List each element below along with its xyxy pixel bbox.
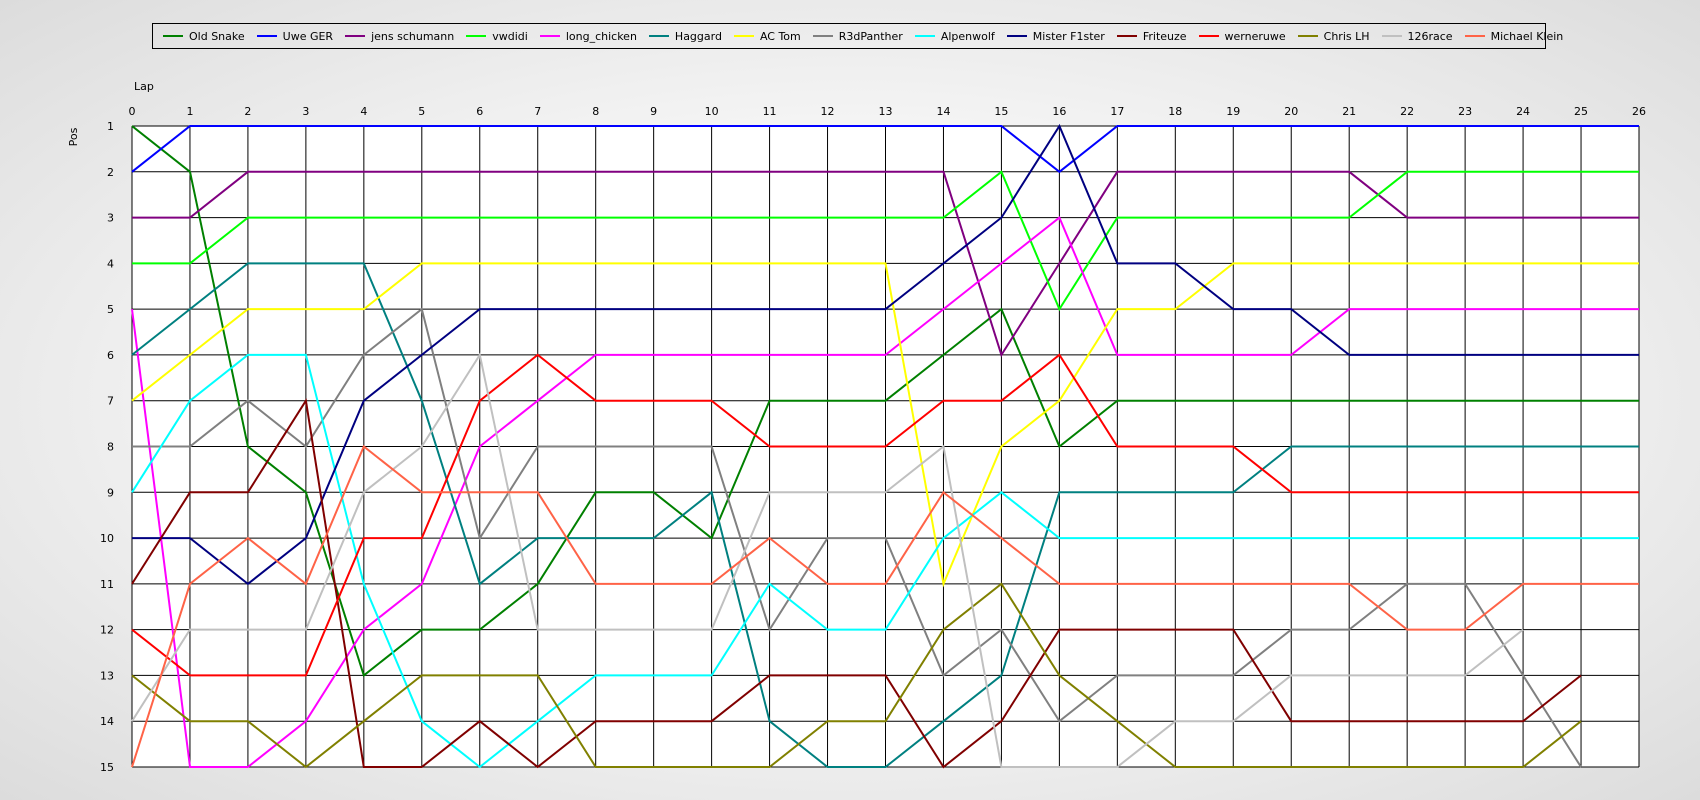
- y-tick-label: 4: [107, 257, 114, 270]
- x-tick-label: 21: [1342, 105, 1356, 118]
- x-tick-label: 25: [1574, 105, 1588, 118]
- x-tick-label: 15: [994, 105, 1008, 118]
- x-tick-label: 23: [1458, 105, 1472, 118]
- y-tick-label: 7: [107, 395, 114, 408]
- x-tick-label: 5: [418, 105, 425, 118]
- y-tick-label: 12: [100, 624, 114, 637]
- chart-plot-area: Lap Pos 0 1 2 3 4 5 6 7 8 9 10 11 12 13 14 15 16 17 18 19 20…: [67, 80, 1646, 774]
- y-tick-label: 5: [107, 303, 114, 316]
- x-tick-label: 3: [302, 105, 309, 118]
- x-tick-label: 17: [1110, 105, 1124, 118]
- x-tick-label: 4: [360, 105, 367, 118]
- y-tick-label: 6: [107, 349, 114, 362]
- x-tick-label: 14: [936, 105, 950, 118]
- y-tick-label: 1: [107, 120, 114, 133]
- y-tick-label: 10: [100, 532, 114, 545]
- x-tick-label: 11: [763, 105, 777, 118]
- y-tick-label: 11: [100, 578, 114, 591]
- x-tick-label: 6: [476, 105, 483, 118]
- x-tick-label: 18: [1168, 105, 1182, 118]
- y-tick-label: 9: [107, 486, 114, 499]
- x-tick-label: 8: [592, 105, 599, 118]
- x-tick-label: 2: [244, 105, 251, 118]
- y-tick-label: 3: [107, 212, 114, 225]
- x-tick-label: 12: [821, 105, 835, 118]
- x-tick-label: 0: [129, 105, 136, 118]
- y-tick-label: 14: [100, 715, 114, 728]
- x-tick-label: 7: [534, 105, 541, 118]
- y-tick-label: 15: [100, 761, 114, 774]
- x-tick-label: 22: [1400, 105, 1414, 118]
- y-axis-label: Pos: [67, 127, 80, 146]
- y-tick-label: 8: [107, 441, 114, 454]
- x-tick-label: 20: [1284, 105, 1298, 118]
- y-tick-label: 2: [107, 166, 114, 179]
- x-tick-label: 26: [1632, 105, 1646, 118]
- x-axis-label: Lap: [134, 80, 154, 93]
- x-tick-label: 1: [186, 105, 193, 118]
- x-tick-label: 10: [705, 105, 719, 118]
- lap-chart: Old Snake Uwe GER jens schumann vwdidi long_…: [0, 0, 1700, 800]
- x-tick-label: 9: [650, 105, 657, 118]
- y-tick-label: 13: [100, 669, 114, 682]
- x-tick-label: 24: [1516, 105, 1530, 118]
- x-tick-label: 16: [1052, 105, 1066, 118]
- x-tick-label: 19: [1226, 105, 1240, 118]
- x-tick-label: 13: [879, 105, 893, 118]
